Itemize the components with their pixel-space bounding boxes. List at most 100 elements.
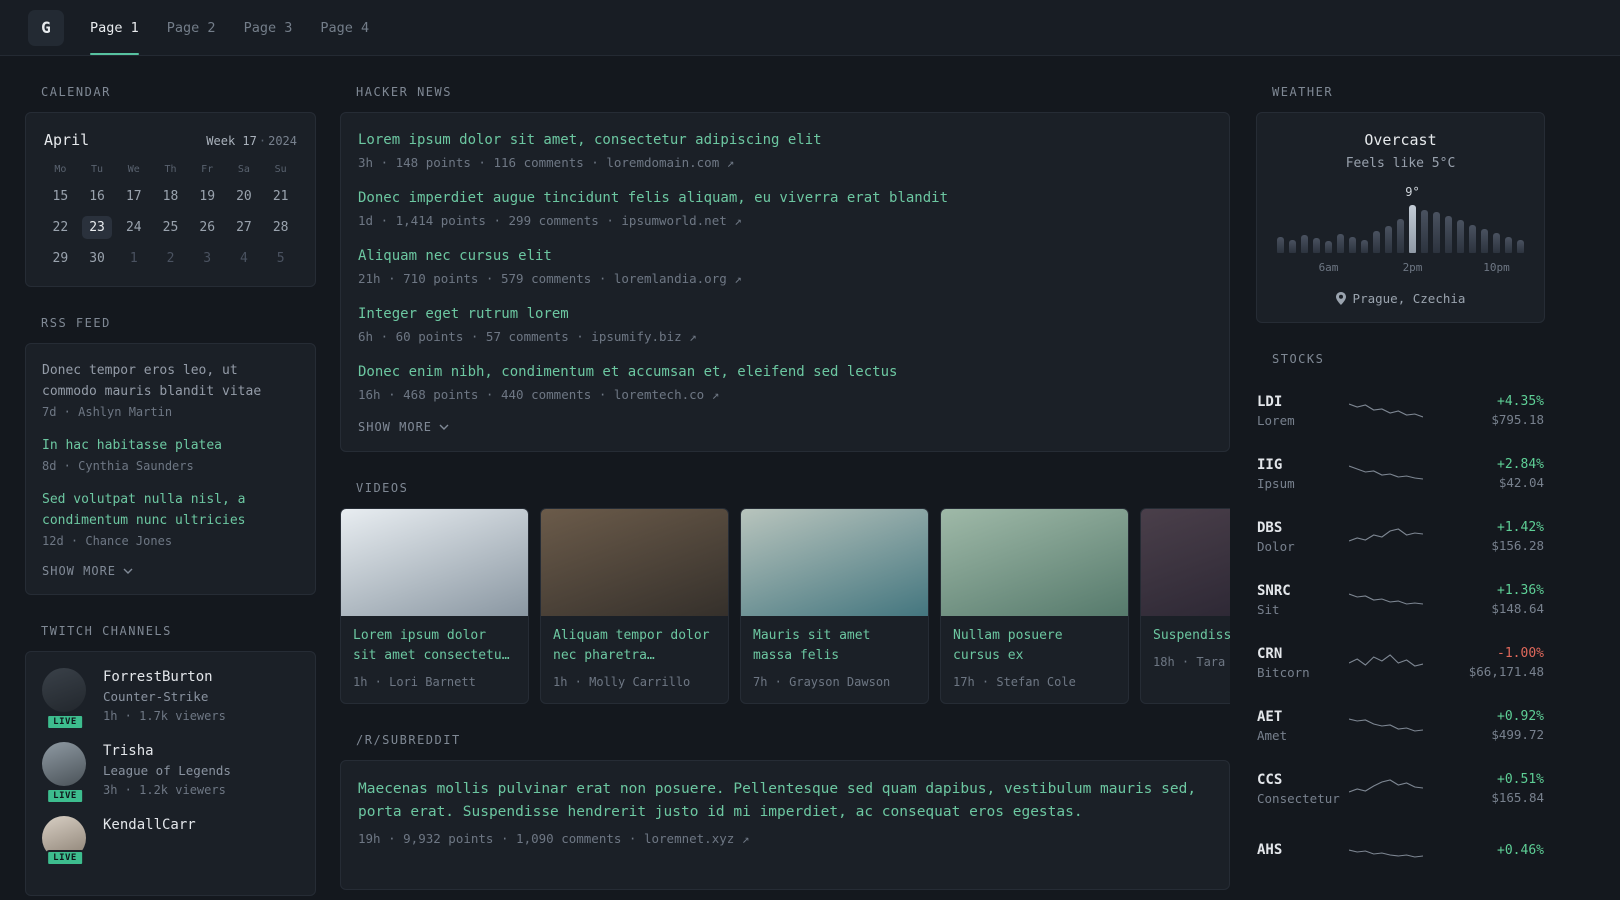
stock-values: +4.35% $795.18 xyxy=(1491,394,1544,427)
stock-price: $42.04 xyxy=(1498,475,1544,490)
hn-story-meta-text: 3h · 148 points · 116 comments · loremdo… xyxy=(358,155,720,170)
weather-bar xyxy=(1421,210,1428,253)
stock-row[interactable]: AET Amet +0.92% $499.72 xyxy=(1257,694,1544,757)
video-title: Nullam posuere cursus ex xyxy=(953,628,1063,663)
twitch-channel[interactable]: LIVE KendallCarr xyxy=(42,816,299,866)
video-card[interactable]: Aliquam tempor dolor nec pharetra… 1h · … xyxy=(540,508,729,704)
page-tab-label: Page 4 xyxy=(320,19,370,36)
hn-story-link[interactable]: Donec imperdiet augue tincidunt felis al… xyxy=(358,188,1212,208)
stock-change: +1.36% xyxy=(1497,583,1544,598)
rss-item-link[interactable]: Sed volutpat nulla nisl, a condimentum n… xyxy=(42,489,299,531)
page-tab[interactable]: Page 3 xyxy=(244,0,293,55)
subreddit-post-link[interactable]: Maecenas mollis pulvinar erat non posuer… xyxy=(358,778,1212,824)
rss-show-more-button[interactable]: SHOW MORE xyxy=(42,564,299,578)
subreddit-post-meta: 19h · 9,932 points · 1,090 comments · lo… xyxy=(358,831,1212,846)
calendar-day-header: Sa xyxy=(237,164,250,175)
twitch-channel[interactable]: LIVE Trisha League of Legends 3h · 1.2k … xyxy=(42,742,299,804)
hn-story: Integer eget rutrum lorem 6h · 60 points… xyxy=(358,304,1212,346)
live-badge: LIVE xyxy=(46,714,84,730)
rss-item-link[interactable]: Donec tempor eros leo, ut commodo mauris… xyxy=(42,360,299,402)
stock-row[interactable]: DBS Dolor +1.42% $156.28 xyxy=(1257,505,1544,568)
weather-bar xyxy=(1505,237,1512,253)
stock-price: $156.28 xyxy=(1491,538,1544,553)
calendar-day: 15 xyxy=(52,189,69,204)
calendar-day-header: Mo xyxy=(54,164,67,175)
calendar-day: 24 xyxy=(125,220,142,235)
stock-row[interactable]: AHS +0.46% xyxy=(1257,820,1544,883)
weather-bar xyxy=(1277,237,1284,253)
external-link-icon: ↗ xyxy=(726,155,735,170)
calendar-day: 25 xyxy=(162,220,179,235)
calendar-header: April Week 17 · 2024 xyxy=(42,129,299,149)
twitch-channel[interactable]: LIVE ForrestBurton Counter-Strike 1h · 1… xyxy=(42,668,299,730)
stock-change: +0.92% xyxy=(1497,709,1544,724)
stock-row[interactable]: SNRC Sit +1.36% $148.64 xyxy=(1257,568,1544,631)
stock-price: $66,171.48 xyxy=(1468,664,1544,679)
stock-change: +1.42% xyxy=(1497,520,1544,535)
stock-ticker: AHS xyxy=(1257,842,1283,858)
stock-id: CRN Bitcorn xyxy=(1257,646,1349,680)
stock-row[interactable]: IIG Ipsum +2.84% $42.04 xyxy=(1257,442,1544,505)
hn-story-meta-text: 21h · 710 points · 579 comments · loreml… xyxy=(358,271,727,286)
weather-bar xyxy=(1457,220,1464,253)
weather-location-label: Prague, Czechia xyxy=(1352,291,1466,306)
video-meta: 1h · Molly Carrillo xyxy=(553,675,691,689)
weather-time-label: 10pm xyxy=(1483,261,1510,274)
calendar-day: 29 xyxy=(52,251,69,266)
calendar-widget: April Week 17 · 2024 Mo Tu We Th Fr Sa Su 15 16 17 1… xyxy=(25,112,316,287)
stock-ticker: CCS xyxy=(1257,771,1283,788)
show-more-label: SHOW MORE xyxy=(358,420,433,434)
hn-story-link[interactable]: Lorem ipsum dolor sit amet, consectetur … xyxy=(358,130,1212,150)
page-tab-label: Page 1 xyxy=(90,19,139,36)
video-card[interactable]: Nullam posuere cursus ex 17h · Stefan Co… xyxy=(940,508,1129,704)
video-thumbnail xyxy=(1141,509,1230,616)
twitch-section-title: TWITCH CHANNELS xyxy=(41,624,172,638)
calendar-day: 20 xyxy=(236,189,252,204)
weather-bar xyxy=(1289,240,1296,253)
hn-story: Donec enim nibh, condimentum et accumsan… xyxy=(358,362,1212,404)
page-tab[interactable]: Page 2 xyxy=(167,0,216,55)
weather-bar xyxy=(1325,241,1332,253)
calendar-day: 1 xyxy=(129,251,138,266)
hn-story-link[interactable]: Integer eget rutrum lorem xyxy=(358,304,1212,324)
video-meta: 1h · Lori Barnett xyxy=(353,675,476,689)
hn-section-title: HACKER NEWS xyxy=(356,85,452,99)
stock-id: IIG Ipsum xyxy=(1257,457,1349,491)
right-column: WEATHER Overcast Feels like 5°C 9° 6am 2p… xyxy=(1256,56,1545,883)
video-card[interactable]: Suspendisse diam 18h · Tara xyxy=(1140,508,1230,704)
video-title: Lorem ipsum dolor sit amet consectetu… xyxy=(353,628,510,663)
page-tab[interactable]: Page 1 xyxy=(90,0,139,55)
hn-show-more-button[interactable]: SHOW MORE xyxy=(358,420,1212,434)
video-title: Mauris sit amet massa felis xyxy=(753,628,871,663)
weather-bar xyxy=(1313,238,1320,253)
weather-bar xyxy=(1469,225,1476,253)
live-badge: LIVE xyxy=(46,788,84,804)
hn-story-meta: 1d · 1,414 points · 299 comments · ipsum… xyxy=(358,212,1212,230)
twitch-avatar-wrap: LIVE xyxy=(42,742,88,804)
stock-row[interactable]: LDI Lorem +4.35% $795.18 xyxy=(1257,379,1544,442)
calendar-day: 21 xyxy=(272,189,289,204)
weather-bar xyxy=(1445,216,1452,253)
stock-sparkline xyxy=(1349,592,1423,605)
stock-change: +0.51% xyxy=(1497,772,1544,787)
app-logo: G xyxy=(28,9,64,46)
calendar-day: 5 xyxy=(276,251,285,266)
video-card[interactable]: Lorem ipsum dolor sit amet consectetu… 1… xyxy=(340,508,529,704)
hn-story-link[interactable]: Donec enim nibh, condimentum et accumsan… xyxy=(358,362,1212,382)
show-more-label: SHOW MORE xyxy=(42,564,117,578)
stock-row[interactable]: CRN Bitcorn -1.00% $66,171.48 xyxy=(1257,631,1544,694)
stock-row[interactable]: CCS Consectetur +0.51% $165.84 xyxy=(1257,757,1544,820)
stock-id: AHS xyxy=(1257,842,1349,861)
chevron-down-icon xyxy=(439,424,449,430)
calendar-day-header: Tu xyxy=(91,164,104,175)
weather-bar xyxy=(1493,233,1500,253)
video-card-body: Lorem ipsum dolor sit amet consectetu… 1… xyxy=(341,616,528,703)
video-card[interactable]: Mauris sit amet massa felis 7h · Grayson… xyxy=(740,508,929,704)
hn-story-link[interactable]: Aliquam nec cursus elit xyxy=(358,246,1212,266)
rss-item-meta: 8d · Cynthia Saunders xyxy=(42,459,194,473)
weather-bar xyxy=(1385,226,1392,253)
calendar-day: 27 xyxy=(236,220,252,235)
page-tab[interactable]: Page 4 xyxy=(320,0,369,55)
rss-item-link[interactable]: In hac habitasse platea xyxy=(42,435,299,456)
page-tabs: Page 1 Page 2 Page 3 Page 4 xyxy=(90,0,397,55)
